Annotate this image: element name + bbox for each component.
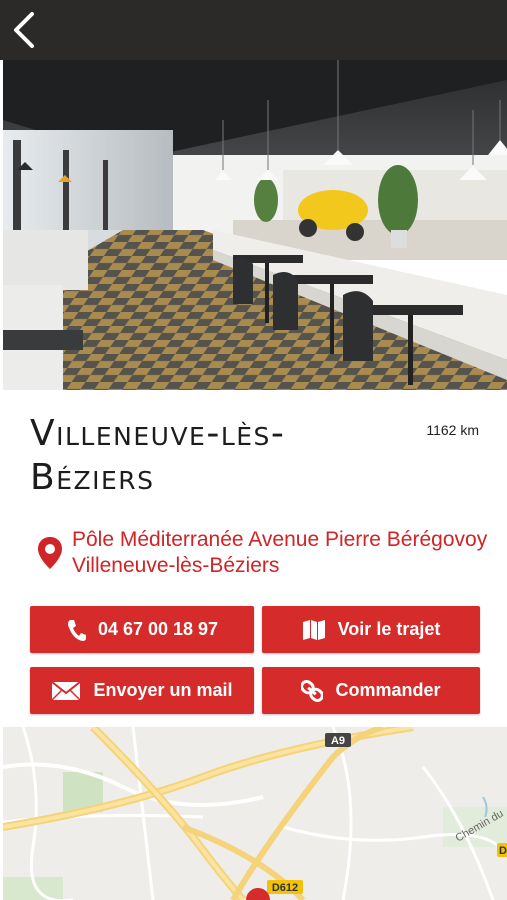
address-text: Pôle Méditerranée Avenue Pierre Bérégovo… [72, 528, 488, 577]
order-button-label: Commander [335, 680, 441, 700]
route-button[interactable]: Voir le trajet [262, 606, 480, 653]
order-button[interactable]: Commander [262, 667, 480, 714]
link-icon [301, 679, 324, 703]
mail-button-label: Envoyer un mail [93, 680, 233, 700]
back-button[interactable] [6, 8, 46, 52]
location-map[interactable]: A9 D612 D Chemin du [3, 727, 507, 900]
map-pin-icon [38, 537, 62, 569]
map-icon [302, 618, 326, 642]
place-title: Villeneuve-lès-Béziers [30, 413, 286, 498]
call-button[interactable]: 04 67 00 18 97 [30, 606, 254, 653]
envelope-icon [51, 680, 82, 701]
road-label-a9: A9 [331, 735, 345, 747]
restaurant-photo [3, 60, 507, 390]
phone-icon [66, 619, 86, 641]
road-label-d-partial: D [499, 845, 507, 857]
top-bar [0, 0, 507, 60]
mail-button[interactable]: Envoyer un mail [30, 667, 254, 714]
road-label-d612: D612 [272, 882, 298, 894]
distance-label: 1162 km [426, 422, 479, 438]
call-button-label: 04 67 00 18 97 [97, 619, 219, 639]
route-button-label: Voir le trajet [337, 619, 441, 639]
chevron-left-icon [14, 12, 34, 48]
